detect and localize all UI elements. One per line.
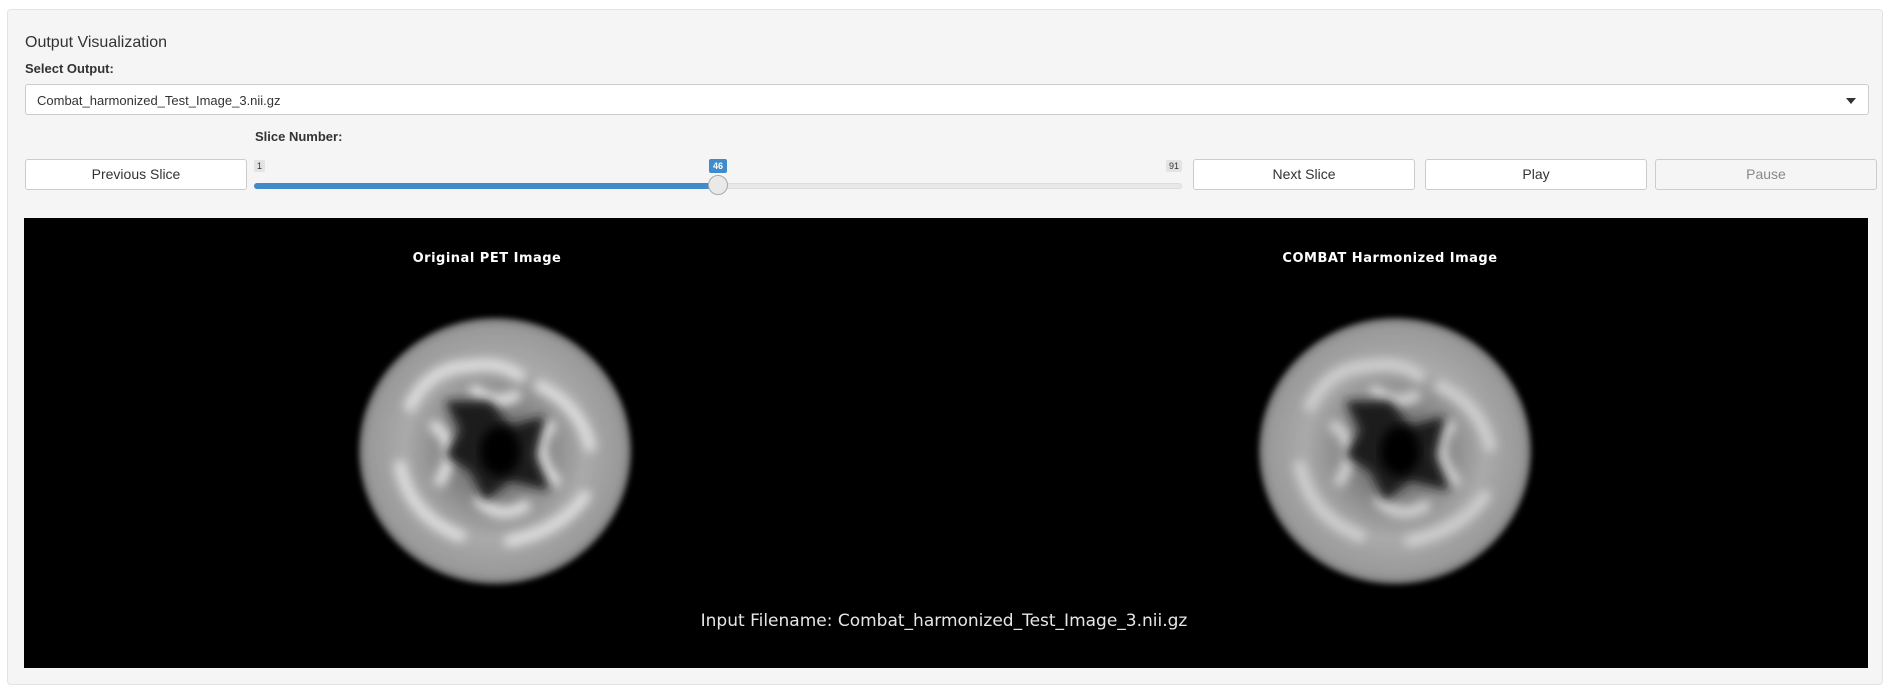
harmonized-image [1259, 318, 1531, 584]
slice-slider[interactable]: 1 91 46 [254, 159, 1182, 195]
play-button[interactable]: Play [1425, 159, 1647, 190]
select-output-label: Select Output: [25, 61, 114, 76]
slider-fill [254, 183, 718, 189]
panel-title: Output Visualization [25, 34, 168, 51]
slider-min-label: 1 [254, 160, 266, 172]
next-slice-button[interactable]: Next Slice [1193, 159, 1415, 190]
slider-value-label: 46 [708, 159, 728, 173]
slice-number-label: Slice Number: [255, 129, 343, 144]
output-select[interactable]: Combat_harmonized_Test_Image_3.nii.gz [25, 84, 1869, 115]
harmonized-title: COMBAT Harmonized Image [1282, 251, 1498, 266]
previous-slice-button[interactable]: Previous Slice [25, 159, 247, 190]
image-viewer: Original PET Image COMBAT Harmonized Ima… [24, 218, 1868, 668]
output-select-value: Combat_harmonized_Test_Image_3.nii.gz [37, 93, 281, 108]
original-pet-title: Original PET Image [412, 251, 562, 266]
slider-max-label: 91 [1165, 160, 1182, 172]
pause-button: Pause [1655, 159, 1877, 190]
caret-down-icon [1846, 98, 1856, 104]
original-pet-image [359, 318, 631, 584]
slider-handle[interactable] [708, 175, 728, 195]
input-filename-text: Input Filename: Combat_harmonized_Test_I… [700, 611, 1188, 631]
